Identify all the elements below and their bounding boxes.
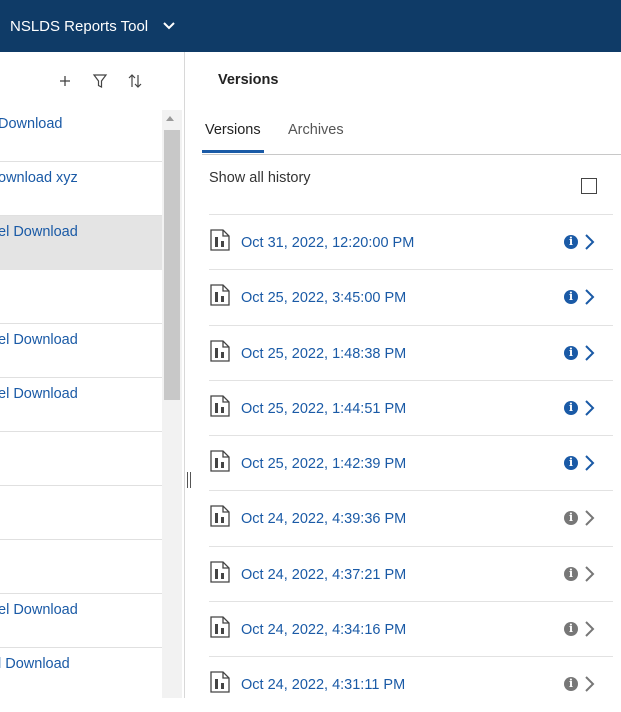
chevron-right-icon[interactable] bbox=[583, 619, 597, 639]
content-list-panel: Download ownload xyz el Download el Down… bbox=[0, 52, 182, 698]
scroll-up-arrow-icon[interactable] bbox=[166, 116, 174, 121]
list-item[interactable]: Download bbox=[0, 108, 162, 162]
version-date[interactable]: Oct 31, 2022, 12:20:00 PM bbox=[241, 235, 414, 251]
info-icon[interactable]: i bbox=[564, 345, 578, 360]
app-title-menu[interactable]: NSLDS Reports Tool bbox=[0, 0, 176, 52]
list-item[interactable]: ownload xyz bbox=[0, 162, 162, 216]
chevron-right-icon[interactable] bbox=[583, 508, 597, 528]
chevron-right-icon[interactable] bbox=[583, 343, 597, 363]
chevron-right-icon[interactable] bbox=[583, 287, 597, 307]
version-row[interactable]: Oct 24, 2022, 4:37:21 PM i bbox=[209, 545, 613, 601]
report-document-icon bbox=[210, 229, 230, 251]
show-all-history-checkbox[interactable] bbox=[581, 178, 597, 194]
info-icon[interactable]: i bbox=[564, 566, 578, 581]
chevron-right-icon[interactable] bbox=[583, 564, 597, 584]
info-icon[interactable]: i bbox=[564, 456, 578, 471]
version-row[interactable]: Oct 24, 2022, 4:31:11 PM i bbox=[209, 656, 613, 711]
version-row[interactable]: Oct 25, 2022, 3:45:00 PM i bbox=[209, 269, 613, 324]
versions-panel: Versions Versions Archives Show all hist… bbox=[194, 52, 621, 698]
chevron-right-icon[interactable] bbox=[583, 453, 597, 473]
list-item[interactable]: l Download bbox=[0, 648, 162, 702]
version-date[interactable]: Oct 24, 2022, 4:37:21 PM bbox=[241, 567, 406, 583]
version-date[interactable]: Oct 24, 2022, 4:34:16 PM bbox=[241, 622, 406, 638]
report-document-icon bbox=[210, 505, 230, 528]
list-item[interactable]: el Download bbox=[0, 324, 162, 378]
report-document-icon bbox=[210, 395, 230, 417]
version-date[interactable]: Oct 25, 2022, 1:42:39 PM bbox=[241, 456, 406, 472]
scrollbar-thumb[interactable] bbox=[164, 130, 180, 400]
list-item[interactable] bbox=[0, 270, 162, 324]
info-icon[interactable]: i bbox=[564, 622, 578, 637]
list-item[interactable] bbox=[0, 432, 162, 486]
versions-list: Oct 31, 2022, 12:20:00 PM i Oct 25, 2022, … bbox=[209, 214, 613, 712]
version-row[interactable]: Oct 24, 2022, 4:34:16 PM i bbox=[209, 601, 613, 656]
list-item[interactable] bbox=[0, 540, 162, 594]
list-item[interactable]: el Download bbox=[0, 378, 162, 432]
splitter-divider bbox=[184, 52, 185, 698]
version-date[interactable]: Oct 24, 2022, 4:39:36 PM bbox=[241, 511, 406, 527]
info-icon[interactable]: i bbox=[564, 511, 578, 526]
list-item-label: ownload xyz bbox=[0, 170, 78, 186]
list-toolbar bbox=[0, 52, 182, 108]
show-all-history-label: Show all history bbox=[209, 170, 311, 186]
version-row[interactable]: Oct 25, 2022, 1:44:51 PM i bbox=[209, 379, 613, 435]
panel-title: Versions bbox=[218, 72, 279, 88]
list-item-label: el Download bbox=[0, 386, 78, 402]
info-icon[interactable]: i bbox=[564, 677, 578, 692]
chevron-down-icon[interactable] bbox=[162, 18, 176, 35]
list-item-label: el Download bbox=[0, 332, 78, 348]
list-item-label: el Download bbox=[0, 224, 78, 240]
version-date[interactable]: Oct 25, 2022, 1:44:51 PM bbox=[241, 401, 406, 417]
report-document-icon bbox=[210, 561, 230, 583]
tab-archives[interactable]: Archives bbox=[285, 122, 347, 153]
version-date[interactable]: Oct 25, 2022, 1:48:38 PM bbox=[241, 346, 406, 362]
chevron-right-icon[interactable] bbox=[583, 398, 597, 418]
splitter-grip-icon[interactable] bbox=[186, 472, 192, 488]
report-document-icon bbox=[210, 339, 230, 362]
app-title: NSLDS Reports Tool bbox=[10, 17, 149, 35]
chevron-right-icon[interactable] bbox=[583, 232, 597, 252]
report-document-icon bbox=[210, 284, 230, 306]
list-item-label: el Download bbox=[0, 602, 78, 618]
list-item-label: Download bbox=[0, 116, 63, 132]
versions-tabs: Versions Archives bbox=[202, 122, 621, 155]
list-item[interactable] bbox=[0, 486, 162, 540]
tab-versions[interactable]: Versions bbox=[202, 122, 264, 153]
chevron-right-icon[interactable] bbox=[583, 674, 597, 694]
report-document-icon bbox=[210, 450, 230, 472]
list-item-selected[interactable]: el Download bbox=[0, 216, 162, 270]
version-date[interactable]: Oct 24, 2022, 4:31:11 PM bbox=[241, 677, 405, 693]
list-item[interactable]: el Download bbox=[0, 594, 162, 648]
top-navigation-bar: NSLDS Reports Tool bbox=[0, 0, 621, 52]
version-row[interactable]: Oct 24, 2022, 4:39:36 PM i bbox=[209, 490, 613, 545]
info-icon[interactable]: i bbox=[564, 290, 578, 305]
plus-icon[interactable] bbox=[56, 72, 74, 90]
info-icon[interactable]: i bbox=[564, 400, 578, 415]
info-icon[interactable]: i bbox=[564, 235, 578, 249]
report-document-icon bbox=[210, 671, 230, 694]
version-row[interactable]: Oct 31, 2022, 12:20:00 PM i bbox=[209, 214, 613, 269]
filter-icon[interactable] bbox=[91, 72, 109, 90]
report-document-icon bbox=[210, 616, 230, 638]
list-item-label: l Download bbox=[0, 656, 70, 672]
version-row[interactable]: Oct 25, 2022, 1:48:38 PM i bbox=[209, 324, 613, 380]
version-row[interactable]: Oct 25, 2022, 1:42:39 PM i bbox=[209, 435, 613, 490]
content-list: Download ownload xyz el Download el Down… bbox=[0, 108, 162, 702]
version-date[interactable]: Oct 25, 2022, 3:45:00 PM bbox=[241, 290, 406, 306]
sort-icon[interactable] bbox=[126, 72, 144, 90]
